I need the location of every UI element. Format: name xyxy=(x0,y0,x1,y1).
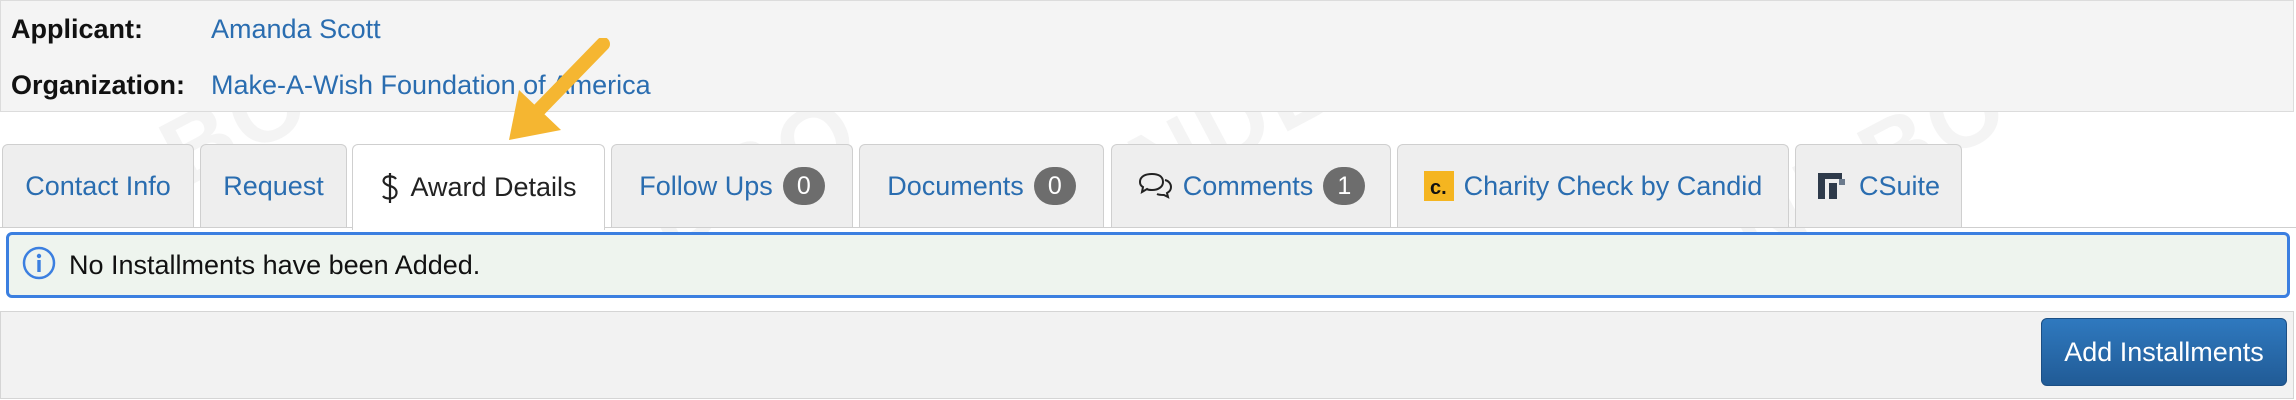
tab-label: Award Details xyxy=(410,172,577,202)
annotation-arrow-icon xyxy=(509,38,610,140)
tab-label: CSuite xyxy=(1858,170,1941,201)
tab-follow-ups[interactable]: Follow Ups 0 xyxy=(611,144,853,227)
count-badge: 0 xyxy=(1033,167,1076,205)
tab-label: Charity Check by Candid xyxy=(1463,170,1763,201)
add-installments-button[interactable]: Add Installments xyxy=(2041,318,2287,386)
tab-contact-info[interactable]: Contact Info xyxy=(2,144,194,227)
svg-text:c.: c. xyxy=(1430,177,1447,199)
info-icon xyxy=(21,245,57,286)
info-alert: No Installments have been Added. xyxy=(6,232,2290,298)
tab-award-details[interactable]: Award Details xyxy=(352,144,605,230)
tab-bar: Contact Info Request Award Details Follo… xyxy=(0,144,2296,230)
applicant-info-panel: Applicant: Amanda Scott Organization: Ma… xyxy=(0,0,2294,112)
dollar-icon xyxy=(380,171,400,205)
tab-csuite[interactable]: CSuite xyxy=(1795,144,1962,227)
tab-request[interactable]: Request xyxy=(200,144,347,227)
applicant-row: Applicant: Amanda Scott xyxy=(11,13,381,45)
tab-charity-check-by-candid[interactable]: c. Charity Check by Candid xyxy=(1397,144,1789,227)
applicant-label: Applicant: xyxy=(11,14,143,44)
candid-logo-icon: c. xyxy=(1423,171,1454,201)
comments-icon xyxy=(1137,171,1173,201)
tab-label: Contact Info xyxy=(25,170,171,201)
award-details-panel: No Installments have been Added. Add Ins… xyxy=(0,227,2296,400)
tab-label: Request xyxy=(223,170,324,201)
csuite-logo-icon xyxy=(1817,170,1849,202)
count-badge: 1 xyxy=(1323,167,1366,205)
organization-label: Organization: xyxy=(11,70,185,100)
tab-label: Comments xyxy=(1182,170,1314,201)
count-badge: 0 xyxy=(782,167,825,205)
tab-comments[interactable]: Comments 1 xyxy=(1111,144,1391,227)
applicant-link[interactable]: Amanda Scott xyxy=(211,13,381,45)
tab-label: Follow Ups xyxy=(639,170,773,201)
tab-label: Documents xyxy=(887,170,1024,201)
alert-message: No Installments have been Added. xyxy=(69,249,481,280)
tab-documents[interactable]: Documents 0 xyxy=(859,144,1104,227)
actions-bar: Add Installments xyxy=(0,311,2294,399)
